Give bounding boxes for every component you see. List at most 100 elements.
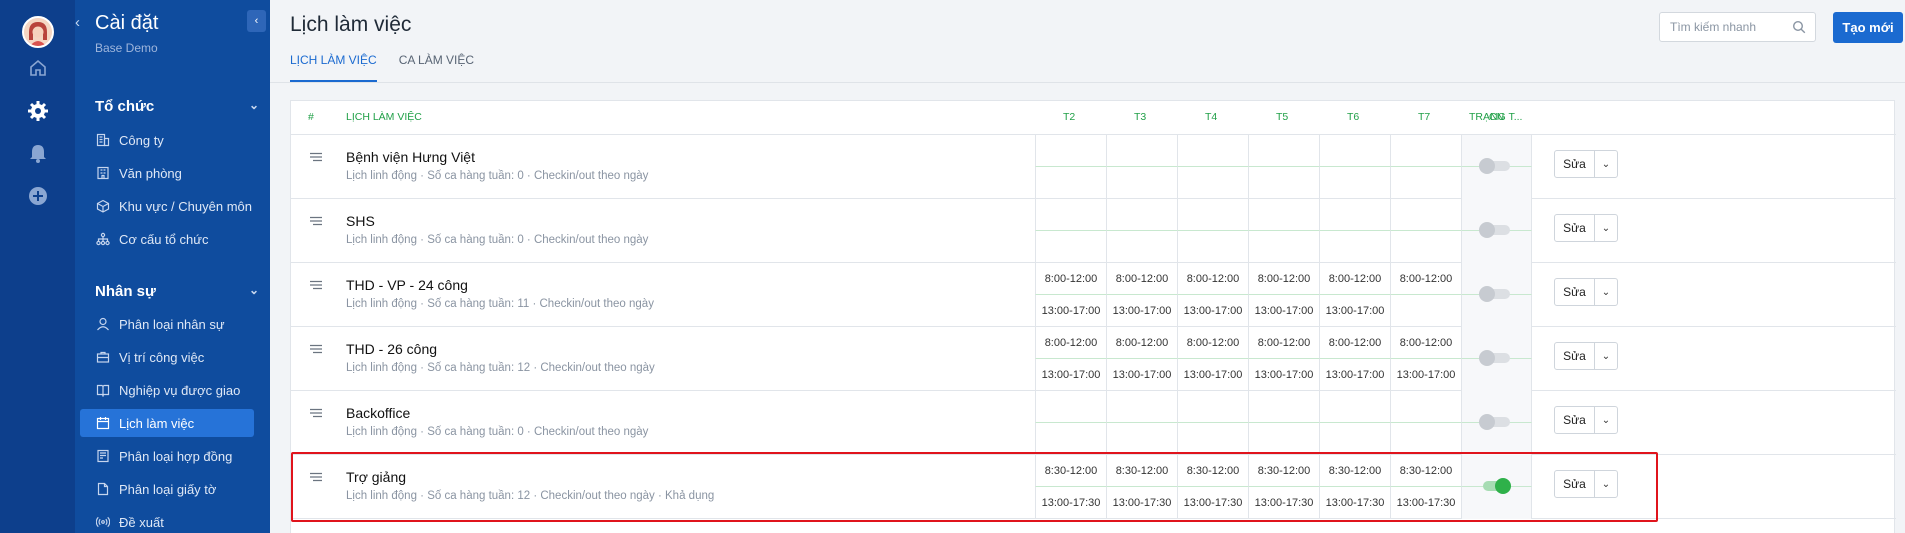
group-nhan-su[interactable]: Nhân sự ⌄ <box>95 283 259 300</box>
shift-cell: 13:00-17:00 <box>1106 359 1177 391</box>
sidebar-item-khu-vuc[interactable]: Khu vực / Chuyên môn <box>80 192 254 220</box>
schedule-name[interactable]: Bệnh viện Hưng Việt <box>346 149 475 165</box>
shift-cell <box>1035 391 1106 423</box>
back-chevron-icon[interactable]: ‹ <box>75 14 89 31</box>
shift-cell <box>1319 231 1390 263</box>
status-toggle[interactable] <box>1479 350 1511 366</box>
shift-cell <box>1106 135 1177 167</box>
schedule-meta: Lịch linh động · Số ca hàng tuần: 12 · C… <box>346 362 655 374</box>
shift-cell <box>1177 391 1248 423</box>
toggle-knob <box>1479 350 1495 366</box>
sidebar-item-label: Đề xuất <box>119 514 164 530</box>
schedule-meta: Lịch linh động · Số ca hàng tuần: 0 · Ch… <box>346 426 649 438</box>
drag-handle-icon[interactable] <box>309 341 323 354</box>
edit-button[interactable]: Sửa <box>1555 343 1595 369</box>
chevron-down-icon[interactable]: ⌄ <box>1595 151 1617 177</box>
shift-cell: 13:00-17:00 <box>1319 359 1390 391</box>
sidebar-item-cong-ty[interactable]: Công ty <box>80 126 254 154</box>
sidebar-item-phan-loai-nhan-su[interactable]: Phân loại nhân sự <box>80 310 254 338</box>
icon-rail <box>0 0 75 533</box>
shift-cell <box>1319 391 1390 423</box>
shift-cell <box>1177 135 1248 167</box>
sidebar-item-phan-loai-hop-dong[interactable]: Phân loại hợp đồng <box>80 442 254 470</box>
column-header-t6: T6 <box>1347 111 1360 123</box>
schedule-name[interactable]: Backoffice <box>346 405 410 421</box>
status-toggle[interactable] <box>1479 286 1511 302</box>
search-input[interactable] <box>1670 13 1790 41</box>
column-header-t3: T3 <box>1134 111 1147 123</box>
shift-cell <box>1177 167 1248 199</box>
tab-lich-lam-viec[interactable]: LỊCH LÀM VIỆC <box>290 52 377 82</box>
shift-cell <box>1035 167 1106 199</box>
shift-cell: 8:00-12:00 <box>1248 263 1319 295</box>
chevron-down-icon[interactable]: ⌄ <box>1595 279 1617 305</box>
shift-cell: 13:00-17:00 <box>1177 295 1248 327</box>
edit-button[interactable]: Sửa <box>1555 407 1595 433</box>
shift-cell <box>1177 199 1248 231</box>
chevron-down-icon[interactable]: ⌄ <box>1595 343 1617 369</box>
status-toggle[interactable] <box>1479 222 1511 238</box>
chevron-down-icon[interactable]: ⌄ <box>1595 215 1617 241</box>
toggle-knob <box>1479 286 1495 302</box>
column-header-t4: T4 <box>1205 111 1218 123</box>
status-toggle[interactable] <box>1479 414 1511 430</box>
drag-handle-icon[interactable] <box>309 149 323 162</box>
toggle-knob <box>1479 414 1495 430</box>
shift-cell <box>1248 423 1319 455</box>
home-icon[interactable] <box>22 52 53 83</box>
collapse-sidebar-button[interactable]: ‹ <box>247 10 266 32</box>
shift-cell <box>1390 391 1461 423</box>
schedule-name[interactable]: THD - 26 công <box>346 341 437 357</box>
edit-button[interactable]: Sửa <box>1555 215 1595 241</box>
shift-cell <box>1319 423 1390 455</box>
schedule-name[interactable]: SHS <box>346 213 375 229</box>
schedule-name[interactable]: THD - VP - 24 công <box>346 277 468 293</box>
edit-button[interactable]: Sửa <box>1555 279 1595 305</box>
shift-cell <box>1177 231 1248 263</box>
shift-cell <box>1035 135 1106 167</box>
shift-cell: 8:00-12:00 <box>1177 327 1248 359</box>
sidebar-item-co-cau[interactable]: Cơ cấu tổ chức <box>80 225 254 253</box>
broadcast-icon <box>95 514 111 530</box>
briefcase-icon <box>95 349 111 365</box>
toggle-knob <box>1479 222 1495 238</box>
chevron-down-icon[interactable]: ⌄ <box>1595 407 1617 433</box>
bell-icon[interactable] <box>22 137 53 168</box>
column-header-t7: T7 <box>1418 111 1431 123</box>
sidebar-item-phan-loai-giay-to[interactable]: Phân loại giấy tờ <box>80 475 254 503</box>
column-header-schedule[interactable]: LỊCH LÀM VIỆC <box>346 101 422 134</box>
drag-handle-icon[interactable] <box>309 405 323 418</box>
shift-cell <box>1177 423 1248 455</box>
sidebar-item-lich-lam-viec[interactable]: Lịch làm việc <box>80 409 254 437</box>
sidebar-item-label: Phân loại nhân sự <box>119 316 225 332</box>
org-chart-icon <box>95 231 111 247</box>
user-avatar[interactable] <box>22 16 54 48</box>
column-header-t5: T5 <box>1276 111 1289 123</box>
group-to-chuc[interactable]: Tổ chức ⌄ <box>95 98 259 115</box>
shift-cell: 13:00-17:00 <box>1248 295 1319 327</box>
drag-handle-icon[interactable] <box>309 277 323 290</box>
shift-cell: 13:00-17:00 <box>1177 359 1248 391</box>
drag-handle-icon[interactable] <box>309 213 323 226</box>
sidebar-item-nghiep-vu[interactable]: Nghiệp vụ được giao <box>80 376 254 404</box>
page-title: Lịch làm việc <box>290 13 412 36</box>
table-row: THD - 26 công Lịch linh động · Số ca hàng… <box>291 327 1896 391</box>
chevron-left-icon: ‹ <box>254 15 259 27</box>
group-label: Nhân sự <box>95 283 156 300</box>
sidebar-item-label: Phân loại giấy tờ <box>119 481 217 497</box>
search-icon[interactable] <box>1792 20 1806 34</box>
sidebar-item-de-xuat[interactable]: Đề xuất <box>80 508 254 533</box>
settings-gear-icon[interactable] <box>22 95 53 126</box>
add-circle-icon[interactable] <box>22 180 53 211</box>
edit-button[interactable]: Sửa <box>1555 151 1595 177</box>
table-row: Backoffice Lịch linh động · Số ca hàng tu… <box>291 391 1896 455</box>
tab-ca-lam-viec[interactable]: CA LÀM VIỆC <box>399 52 474 82</box>
sidebar-item-van-phong[interactable]: Văn phòng <box>80 159 254 187</box>
status-toggle[interactable] <box>1479 158 1511 174</box>
shift-cell: 8:00-12:00 <box>1319 327 1390 359</box>
shift-cell: 13:00-17:00 <box>1035 295 1106 327</box>
sidebar-item-vi-tri[interactable]: Vị trí công việc <box>80 343 254 371</box>
shift-cell: 8:00-12:00 <box>1106 327 1177 359</box>
create-new-button[interactable]: Tạo mới <box>1833 12 1903 43</box>
shift-cell <box>1106 167 1177 199</box>
